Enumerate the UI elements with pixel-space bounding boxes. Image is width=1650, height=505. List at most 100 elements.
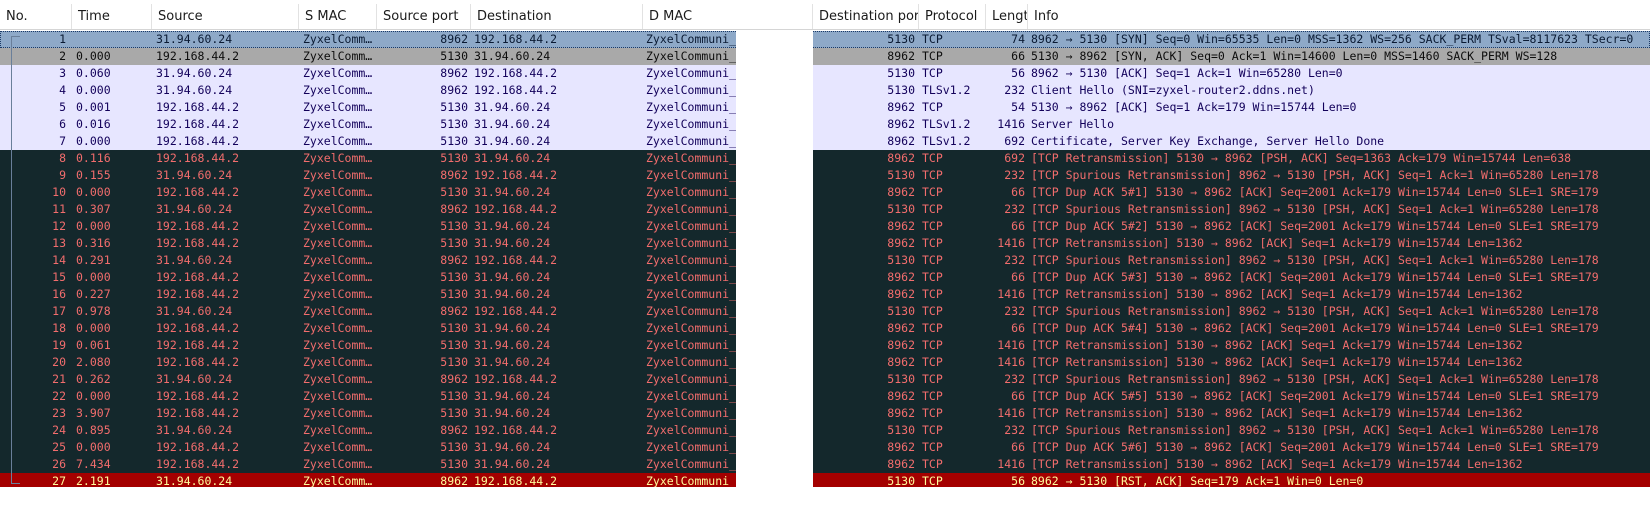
- column-header-length[interactable]: Lengtl: [986, 4, 1028, 29]
- packet-row[interactable]: 12 0.000 192.168.44.2 ZyxelComm… 5130 31.94.6…: [0, 218, 1650, 235]
- column-header-destination-mac[interactable]: D MAC: [643, 4, 813, 29]
- packet-row[interactable]: 14 0.291 31.94.60.24 ZyxelComm… 8962 192.168.…: [0, 252, 1650, 269]
- cell-destination: 192.168.44.2: [474, 372, 558, 386]
- packet-row[interactable]: 23 3.907 192.168.44.2 ZyxelComm… 5130 31.94.6…: [0, 405, 1650, 422]
- packet-row[interactable]: 9 0.155 31.94.60.24 ZyxelComm… 8962 192.168.4…: [0, 167, 1650, 184]
- cell-destination-port: 8962: [887, 440, 915, 454]
- column-header-info[interactable]: Info: [1028, 4, 1650, 29]
- packet-row[interactable]: 18 0.000 192.168.44.2 ZyxelComm… 5130 31.94.6…: [0, 320, 1650, 337]
- packet-row[interactable]: 4 0.000 31.94.60.24 ZyxelComm… 8962 192.168.4…: [0, 82, 1650, 99]
- column-header-time[interactable]: Time: [72, 4, 152, 29]
- cell-info: [TCP Dup ACK 5#2] 5130 → 8962 [ACK] Seq=…: [1031, 219, 1599, 233]
- cell-no: 2: [59, 49, 66, 63]
- packet-row[interactable]: 13 0.316 192.168.44.2 ZyxelComm… 5130 31.94.6…: [0, 235, 1650, 252]
- column-header-destination[interactable]: Destination: [471, 4, 643, 29]
- cell-source-mac: ZyxelComm…: [303, 389, 373, 403]
- cell-source-port: 5130: [440, 185, 468, 199]
- cell-time: 2.080: [76, 355, 111, 369]
- cell-source: 31.94.60.24: [156, 32, 233, 46]
- packet-row[interactable]: 15 0.000 192.168.44.2 ZyxelComm… 5130 31.94.6…: [0, 269, 1650, 286]
- cell-time: 0.001: [76, 100, 111, 114]
- cell-info: 5130 → 8962 [ACK] Seq=1 Ack=179 Win=1574…: [1031, 100, 1357, 114]
- cell-time: [76, 31, 146, 48]
- packet-row[interactable]: 1 31.94.60.24 ZyxelComm… 8962 192.168.44.2 Zy…: [0, 31, 1650, 48]
- packet-row[interactable]: 20 2.080 192.168.44.2 ZyxelComm… 5130 31.94.6…: [0, 354, 1650, 371]
- cell-time: 0.016: [76, 117, 111, 131]
- cell-protocol: TCP: [922, 423, 943, 437]
- column-header-protocol[interactable]: Protocol: [919, 4, 986, 29]
- cell-info: [TCP Dup ACK 5#1] 5130 → 8962 [ACK] Seq=…: [1031, 185, 1599, 199]
- cell-length: 56: [1011, 66, 1025, 80]
- cell-source-port: 5130: [440, 219, 468, 233]
- cell-time: 0.000: [76, 134, 111, 148]
- packet-row[interactable]: 25 0.000 192.168.44.2 ZyxelComm… 5130 31.94.6…: [0, 439, 1650, 456]
- packet-row[interactable]: 2 0.000 192.168.44.2 ZyxelComm… 5130 31.94.60…: [0, 48, 1650, 65]
- cell-info: [TCP Dup ACK 5#4] 5130 → 8962 [ACK] Seq=…: [1031, 321, 1599, 335]
- packet-row[interactable]: 17 0.978 31.94.60.24 ZyxelComm… 8962 192.168.…: [0, 303, 1650, 320]
- packet-row[interactable]: 26 7.434 192.168.44.2 ZyxelComm… 5130 31.94.6…: [0, 456, 1650, 473]
- cell-info: [TCP Retransmission] 5130 → 8962 [ACK] S…: [1031, 338, 1523, 352]
- column-header-source[interactable]: Source: [152, 4, 299, 29]
- cell-source-mac: ZyxelComm…: [303, 457, 373, 471]
- cell-destination-mac: ZyxelCommuni_: [646, 321, 736, 335]
- cell-protocol: TCP: [922, 457, 943, 471]
- packet-row[interactable]: 16 0.227 192.168.44.2 ZyxelComm… 5130 31.94.6…: [0, 286, 1650, 303]
- cell-source-mac: ZyxelComm…: [303, 440, 373, 454]
- cell-length: 232: [1004, 202, 1025, 216]
- packet-row[interactable]: 8 0.116 192.168.44.2 ZyxelComm… 5130 31.94.60…: [0, 150, 1650, 167]
- cell-length: 232: [1004, 253, 1025, 267]
- cell-no: 7: [59, 134, 66, 148]
- cell-destination-port: 8962: [887, 389, 915, 403]
- cell-source-port: 5130: [440, 406, 468, 420]
- packet-row[interactable]: 24 0.895 31.94.60.24 ZyxelComm… 8962 192.168.…: [0, 422, 1650, 439]
- cell-protocol: TCP: [922, 236, 943, 250]
- cell-source-port: 5130: [440, 270, 468, 284]
- cell-destination: 192.168.44.2: [474, 66, 558, 80]
- cell-info: [TCP Dup ACK 5#6] 5130 → 8962 [ACK] Seq=…: [1031, 440, 1599, 454]
- cell-source: 192.168.44.2: [156, 338, 240, 352]
- cell-source: 192.168.44.2: [156, 287, 240, 301]
- cell-time: 3.907: [76, 406, 111, 420]
- column-header-source-port[interactable]: Source port: [377, 4, 471, 29]
- cell-source: 192.168.44.2: [156, 457, 240, 471]
- cell-info: [TCP Dup ACK 5#3] 5130 → 8962 [ACK] Seq=…: [1031, 270, 1599, 284]
- packet-row[interactable]: 6 0.016 192.168.44.2 ZyxelComm… 5130 31.94.60…: [0, 116, 1650, 133]
- packet-list-header: No. Time Source S MAC Source port Destin…: [0, 4, 1650, 30]
- column-gap: [736, 422, 813, 439]
- packet-row[interactable]: 22 0.000 192.168.44.2 ZyxelComm… 5130 31.94.6…: [0, 388, 1650, 405]
- packet-row[interactable]: 19 0.061 192.168.44.2 ZyxelComm… 5130 31.94.6…: [0, 337, 1650, 354]
- cell-info: [TCP Spurious Retransmission] 8962 → 513…: [1031, 202, 1599, 216]
- packet-row[interactable]: 7 0.000 192.168.44.2 ZyxelComm… 5130 31.94.60…: [0, 133, 1650, 150]
- cell-source-mac: ZyxelComm…: [303, 168, 373, 182]
- cell-destination-mac: ZyxelCommuni_: [646, 83, 736, 97]
- cell-destination-port: 8962: [887, 117, 915, 131]
- cell-time: 0.307: [76, 202, 111, 216]
- cell-no: 14: [52, 253, 66, 267]
- column-gap: [736, 405, 813, 422]
- cell-source-mac: ZyxelComm…: [303, 83, 373, 97]
- packet-row[interactable]: 5 0.001 192.168.44.2 ZyxelComm… 5130 31.94.60…: [0, 99, 1650, 116]
- column-gap: [736, 218, 813, 235]
- cell-destination-mac: ZyxelCommuni_: [646, 423, 736, 437]
- packet-row[interactable]: 10 0.000 192.168.44.2 ZyxelComm… 5130 31.94.6…: [0, 184, 1650, 201]
- cell-protocol: TCP: [922, 270, 943, 284]
- cell-destination: 31.94.60.24: [474, 457, 551, 471]
- packet-row[interactable]: 3 0.060 31.94.60.24 ZyxelComm… 8962 192.168.4…: [0, 65, 1650, 82]
- cell-source-mac: ZyxelComm…: [303, 270, 373, 284]
- cell-destination: 31.94.60.24: [474, 185, 551, 199]
- cell-destination-mac: ZyxelCommuni_: [646, 372, 736, 386]
- packet-row[interactable]: 11 0.307 31.94.60.24 ZyxelComm… 8962 192.168.…: [0, 201, 1650, 218]
- column-gap: [736, 439, 813, 456]
- cell-protocol: TLSv1.2: [922, 83, 971, 97]
- column-header-no[interactable]: No.: [0, 4, 72, 29]
- cell-info: Client Hello (SNI=zyxel-router2.ddns.net…: [1031, 83, 1315, 97]
- cell-length: 1416: [997, 117, 1025, 131]
- conversation-bracket-end: [11, 483, 20, 484]
- column-gap: [736, 252, 813, 269]
- column-header-source-mac[interactable]: S MAC: [299, 4, 377, 29]
- column-gap: [736, 320, 813, 337]
- column-header-destination-port[interactable]: Destination port: [813, 4, 919, 29]
- cell-source: 31.94.60.24: [156, 253, 233, 267]
- packet-row[interactable]: 21 0.262 31.94.60.24 ZyxelComm… 8962 192.168.…: [0, 371, 1650, 388]
- column-gap: [736, 201, 813, 218]
